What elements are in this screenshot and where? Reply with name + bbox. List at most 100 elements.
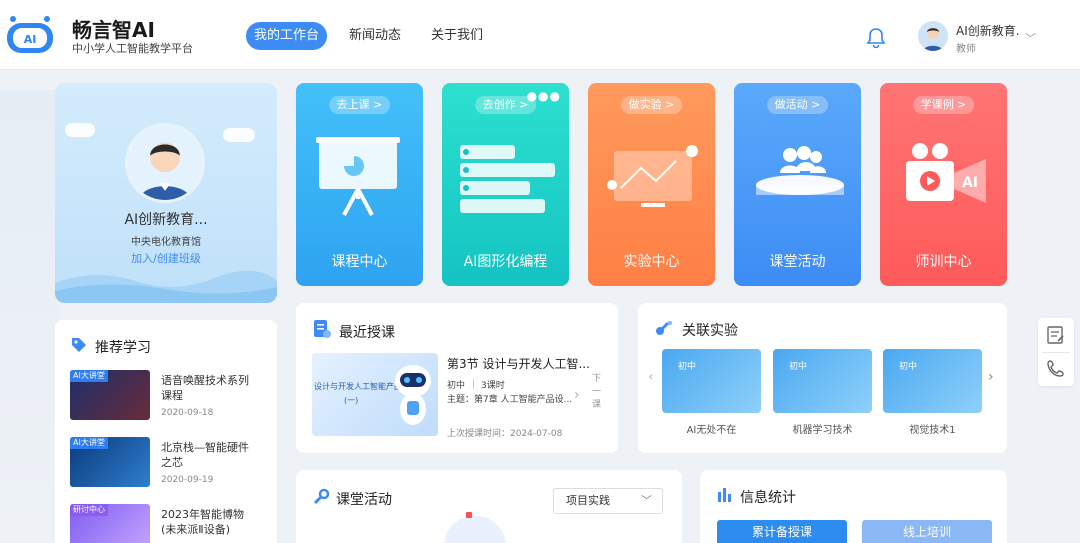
course-tag: AI大讲堂	[70, 370, 108, 382]
card-title: 师训中心	[915, 254, 972, 270]
card-course-center[interactable]: 去上课 > 课程中心	[296, 83, 423, 286]
nav-item-workbench[interactable]: 我的工作台	[246, 22, 328, 50]
bar-chart-icon	[718, 488, 731, 502]
lesson-doc-icon	[314, 320, 331, 338]
robot-logo-icon: AI	[7, 16, 53, 53]
course-title[interactable]: 2023年智能博物(未来派Ⅱ设备)	[161, 507, 251, 537]
wave-decoration	[55, 270, 277, 303]
list-item[interactable]: AI大讲堂 北京栈—智能硬件之芯 2020-09-19	[70, 437, 270, 493]
presentation-board-icon	[316, 137, 400, 216]
course-title[interactable]: 语音唤醒技术系列课程	[161, 373, 251, 403]
online-training-button[interactable]: 线上培训	[862, 520, 992, 543]
card-title: AI图形化编程	[463, 254, 548, 270]
lab-label[interactable]: 视觉技术1	[883, 421, 982, 436]
card-teacher-training[interactable]: 学课例 > AI 师训中心	[880, 83, 1007, 286]
lab-label[interactable]: 机器学习技术	[773, 421, 872, 436]
go-create-pill[interactable]: 去创作 >	[474, 96, 537, 114]
chevron-right-icon: ›	[574, 387, 580, 403]
thumb-subtext: (一)	[344, 396, 359, 405]
profile-avatar	[125, 123, 205, 203]
lab-card[interactable]: 初中	[883, 349, 982, 413]
cloud-decoration	[65, 123, 95, 137]
profile-org: 中央电化教育馆	[131, 237, 201, 248]
lesson-hours: 3课时	[481, 381, 505, 391]
class-activity-panel: 课堂活动 项目实践 ﹀	[296, 470, 682, 543]
flag-decoration	[466, 512, 472, 518]
svg-text:AI: AI	[24, 33, 37, 46]
top-header: AI 畅言智AI 中小学人工智能教学平台 我的工作台 新闻动态 关于我们 AI创…	[0, 0, 1080, 70]
lab-card[interactable]: 初中	[773, 349, 872, 413]
card-title: 课程中心	[331, 254, 388, 270]
monitor-chart-icon	[607, 145, 698, 207]
chevron-down-icon: ﹀	[641, 494, 652, 507]
select-value: 项目实践	[566, 494, 610, 507]
edit-note-icon[interactable]	[1046, 325, 1066, 345]
stats-panel: 信息统计 累计备授课 线上培训	[700, 470, 1007, 543]
go-class-pill[interactable]: 去上课 >	[328, 96, 391, 114]
divider	[473, 379, 474, 389]
nav-item-news[interactable]: 新闻动态	[341, 22, 409, 50]
course-title[interactable]: 北京栈—智能硬件之芯	[161, 440, 251, 470]
lesson-topic: 主题：第7章 人工智能产品设...	[447, 395, 573, 405]
chevron-right-icon[interactable]: ›	[988, 369, 994, 385]
recent-lesson-panel: 最近授课 设计与开发人工智能产品 (一) 第3节 设计与开发人工智... 初中 …	[296, 303, 618, 453]
total-lessons-button[interactable]: 累计备授课	[717, 520, 847, 543]
lesson-grade: 初中	[447, 381, 466, 391]
group-table-icon	[756, 146, 844, 195]
last-teach-time: 上次授课时间：2024-07-08	[447, 429, 563, 439]
list-item[interactable]: AI大讲堂 语音唤醒技术系列课程 2020-09-18	[70, 370, 270, 426]
recommend-title: 推荐学习	[95, 340, 151, 356]
lab-badge: 初中	[899, 362, 918, 372]
thumb-text: 设计与开发人工智能产品	[314, 382, 402, 391]
card-experiment-center[interactable]: 做实验 > 实验中心	[588, 83, 715, 286]
lab-badge: 初中	[678, 362, 697, 372]
profile-name: AI创新教育...	[124, 212, 208, 228]
main-nav: 我的工作台 新闻动态 关于我们	[246, 22, 491, 50]
recent-title: 最近授课	[339, 325, 395, 341]
satellite-icon	[656, 321, 672, 335]
user-name[interactable]: AI创新教育...	[956, 22, 1020, 39]
next-lesson-label: 下一课	[592, 374, 602, 410]
related-labs-panel: 关联实验 ‹ 初中 AI无处不在 初中 机器学习技术 初中 视觉技术1 ›	[638, 303, 1007, 453]
course-thumbnail: AI大讲堂	[70, 437, 150, 487]
card-title: 课堂活动	[769, 254, 826, 270]
background-decoration	[0, 90, 60, 543]
nav-item-about[interactable]: 关于我们	[423, 22, 491, 50]
lab-card[interactable]: 初中	[662, 349, 761, 413]
phone-icon[interactable]	[1046, 358, 1066, 378]
activity-type-select[interactable]: 项目实践 ﹀	[553, 488, 663, 514]
chevron-left-icon[interactable]: ‹	[648, 369, 654, 385]
lab-label[interactable]: AI无处不在	[662, 421, 761, 436]
do-experiment-pill[interactable]: 做实验 >	[620, 96, 683, 114]
divider	[1042, 352, 1070, 353]
chevron-down-icon[interactable]: ﹀	[1025, 30, 1036, 46]
labs-title: 关联实验	[682, 323, 738, 339]
user-role: 教师	[956, 44, 976, 55]
activity-title: 课堂活动	[336, 492, 392, 508]
course-thumbnail: 研讨中心	[70, 504, 150, 543]
next-lesson-button[interactable]: › 下一课	[574, 373, 604, 412]
course-date: 2020-09-19	[161, 475, 214, 485]
lesson-name[interactable]: 第3节 设计与开发人工智...	[447, 355, 590, 372]
do-activity-pill[interactable]: 做活动 >	[766, 96, 829, 114]
profile-card: AI创新教育... 中央电化教育馆 加入/创建班级	[55, 83, 277, 303]
code-blocks-icon	[460, 145, 555, 213]
lab-badge: 初中	[789, 362, 808, 372]
course-tag: AI大讲堂	[70, 437, 108, 449]
bell-icon[interactable]	[865, 26, 887, 48]
card-ai-programming[interactable]: ●●● 去创作 > AI图形化编程	[442, 83, 569, 286]
brand-subtitle: 中小学人工智能教学平台	[72, 42, 193, 55]
recommend-panel: 推荐学习 AI大讲堂 语音唤醒技术系列课程 2020-09-18 AI大讲堂 北…	[55, 320, 277, 543]
learn-case-pill[interactable]: 学课例 >	[912, 96, 975, 114]
card-title: 实验中心	[623, 254, 680, 270]
side-toolbar	[1038, 318, 1074, 386]
lesson-thumbnail[interactable]: 设计与开发人工智能产品 (一)	[312, 353, 438, 436]
svg-text:AI: AI	[962, 175, 978, 191]
tag-icon	[72, 338, 86, 352]
cloud-decoration	[223, 128, 255, 142]
wrench-icon	[313, 488, 330, 505]
avatar[interactable]	[918, 21, 948, 51]
list-item[interactable]: 研讨中心 2023年智能博物(未来派Ⅱ设备)	[70, 504, 270, 543]
card-class-activity[interactable]: 做活动 > 课堂活动	[734, 83, 861, 286]
robot-illustration	[395, 365, 431, 425]
